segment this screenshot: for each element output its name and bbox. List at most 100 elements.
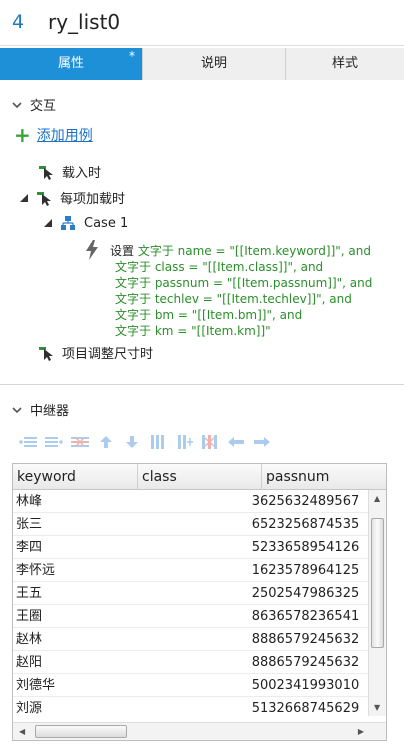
move-up-icon[interactable] — [96, 434, 116, 450]
cell-keyword[interactable]: 王圈 — [13, 605, 131, 627]
cell-keyword[interactable]: 刘德华 — [13, 674, 131, 696]
scroll-up-arrow-icon[interactable]: ▲ — [374, 494, 380, 503]
column-header-keyword[interactable]: keyword — [13, 464, 138, 490]
table-row[interactable]: 赵林 8886579245632 — [13, 628, 368, 651]
repeater-data-grid[interactable]: keyword class passnum 林峰 3625632489567 张三 6… — [12, 463, 387, 741]
cell-class[interactable] — [131, 559, 248, 581]
insert-column-left-icon[interactable] — [148, 434, 168, 450]
action-verb: 设置 — [110, 244, 135, 258]
delete-column-icon[interactable] — [200, 434, 220, 450]
action-line: 文字于 km = "[[Item.km]]" — [110, 323, 404, 339]
cell-passnum[interactable]: 5132668745629 — [249, 697, 368, 716]
insert-row-below-icon[interactable] — [44, 434, 64, 450]
cell-class[interactable] — [131, 651, 248, 673]
table-row[interactable]: 赵阳 8886579245632 — [13, 651, 368, 674]
action-description[interactable]: 设置 文字于 name = "[[Item.keyword]]", and 文字… — [110, 243, 404, 339]
case-row[interactable]: Case 1 — [44, 215, 128, 231]
interaction-section-title: 交互 — [30, 99, 57, 114]
tab-bar: 属性 * 说明 样式 — [0, 48, 404, 80]
insert-row-above-icon[interactable] — [18, 434, 38, 450]
section-divider — [0, 384, 404, 385]
scroll-right-arrow-icon[interactable]: ▶ — [358, 727, 364, 736]
horizontal-scroll-thumb[interactable] — [35, 725, 127, 738]
cell-keyword[interactable]: 赵阳 — [13, 651, 131, 673]
table-row[interactable]: 李四 5233658954126 — [13, 536, 368, 559]
move-down-icon[interactable] — [122, 434, 142, 450]
cell-passnum[interactable]: 8636578236541 — [249, 605, 368, 627]
case-label: Case 1 — [84, 215, 129, 231]
event-cursor-icon — [39, 165, 53, 180]
cell-keyword[interactable]: 刘源 — [13, 697, 131, 716]
cell-class[interactable] — [131, 628, 248, 650]
cell-class[interactable] — [131, 674, 248, 696]
cell-keyword[interactable]: 王五 — [13, 582, 131, 604]
cell-class[interactable] — [131, 536, 248, 558]
table-row[interactable]: 李怀远 1623578964125 — [13, 559, 368, 582]
cell-keyword[interactable]: 赵林 — [13, 628, 131, 650]
cell-class[interactable] — [131, 697, 248, 716]
expand-triangle-icon[interactable] — [44, 219, 52, 227]
tab-properties[interactable]: 属性 * — [0, 48, 143, 80]
tab-style-label: 样式 — [331, 56, 358, 71]
scroll-left-arrow-icon[interactable]: ◀ — [19, 727, 25, 736]
insert-column-right-icon[interactable] — [174, 434, 194, 450]
cell-keyword[interactable]: 林峰 — [13, 490, 131, 512]
action-text: 文字于 bm = "[[Item.bm]]", and — [115, 308, 303, 322]
action-text: 文字于 name = "[[Item.keyword]]", and — [137, 244, 371, 258]
action-text: 文字于 techlev = "[[Item.techlev]]", and — [115, 292, 352, 306]
cell-passnum[interactable]: 8886579245632 — [249, 651, 368, 673]
table-row[interactable]: 王圈 8636578236541 — [13, 605, 368, 628]
expand-triangle-icon[interactable] — [20, 193, 28, 202]
table-row[interactable]: 王五 2502547986325 — [13, 582, 368, 605]
action-line: 文字于 bm = "[[Item.bm]]", and — [110, 307, 404, 323]
vertical-scroll-thumb[interactable] — [371, 518, 384, 648]
chevron-down-icon — [12, 406, 22, 413]
cell-class[interactable] — [131, 582, 248, 604]
grid-body: 林峰 3625632489567 张三 6523256874535 李四 52336589… — [13, 490, 368, 716]
cell-passnum[interactable]: 3625632489567 — [249, 490, 368, 512]
cell-passnum[interactable]: 8886579245632 — [249, 628, 368, 650]
scroll-down-arrow-icon[interactable]: ▼ — [374, 703, 380, 712]
action-line: 设置 文字于 name = "[[Item.keyword]]", and — [110, 243, 404, 259]
tab-style[interactable]: 样式 — [286, 48, 404, 80]
add-case-link[interactable]: 添加用例 — [37, 125, 93, 145]
table-row[interactable]: 张三 6523256874535 — [13, 513, 368, 536]
event-on-resize[interactable]: 项目调整尺寸时 — [38, 343, 153, 362]
action-text: 文字于 km = "[[Item.km]]" — [115, 324, 271, 338]
cell-class[interactable] — [131, 513, 248, 535]
cell-passnum[interactable]: 2502547986325 — [249, 582, 368, 604]
cell-keyword[interactable]: 李四 — [13, 536, 131, 558]
cell-class[interactable] — [131, 605, 248, 627]
widget-count: 4 — [12, 11, 25, 33]
cell-passnum[interactable]: 1623578964125 — [249, 559, 368, 581]
event-label: 载入时 — [62, 166, 102, 181]
cell-passnum[interactable]: 5233658954126 — [249, 536, 368, 558]
event-cursor-icon — [39, 346, 53, 361]
interaction-section-header[interactable]: 交互 — [12, 95, 56, 114]
cell-keyword[interactable]: 张三 — [13, 513, 131, 535]
widget-name[interactable]: ry_list0 — [48, 10, 120, 34]
event-cursor-icon — [37, 191, 51, 206]
chevron-down-icon — [12, 101, 22, 108]
vertical-scrollbar[interactable]: ▲ ▼ — [368, 490, 386, 716]
cell-class[interactable] — [131, 490, 248, 512]
repeater-section-header[interactable]: 中继器 — [12, 400, 69, 419]
add-case-button[interactable]: + 添加用例 — [14, 125, 93, 145]
move-right-icon[interactable] — [252, 434, 272, 450]
cell-passnum[interactable]: 6523256874535 — [249, 513, 368, 535]
table-row[interactable]: 刘德华 5002341993010 — [13, 674, 368, 697]
cell-passnum[interactable]: 5002341993010 — [249, 674, 368, 696]
event-on-item-load[interactable]: 每项加载时 — [20, 188, 125, 207]
table-row[interactable]: 林峰 3625632489567 — [13, 490, 368, 513]
table-row[interactable]: 刘源 5132668745629 — [13, 697, 368, 716]
case-icon — [61, 216, 75, 230]
move-left-icon[interactable] — [226, 434, 246, 450]
event-on-load[interactable]: 载入时 — [38, 162, 101, 181]
column-header-class[interactable]: class — [138, 464, 262, 490]
tab-notes[interactable]: 说明 — [143, 48, 286, 80]
delete-row-icon[interactable] — [70, 434, 90, 450]
horizontal-scrollbar[interactable]: ◀ ▶ — [13, 722, 386, 740]
cell-keyword[interactable]: 李怀远 — [13, 559, 131, 581]
column-header-passnum[interactable]: passnum — [262, 464, 386, 490]
plus-icon: + — [14, 123, 31, 147]
